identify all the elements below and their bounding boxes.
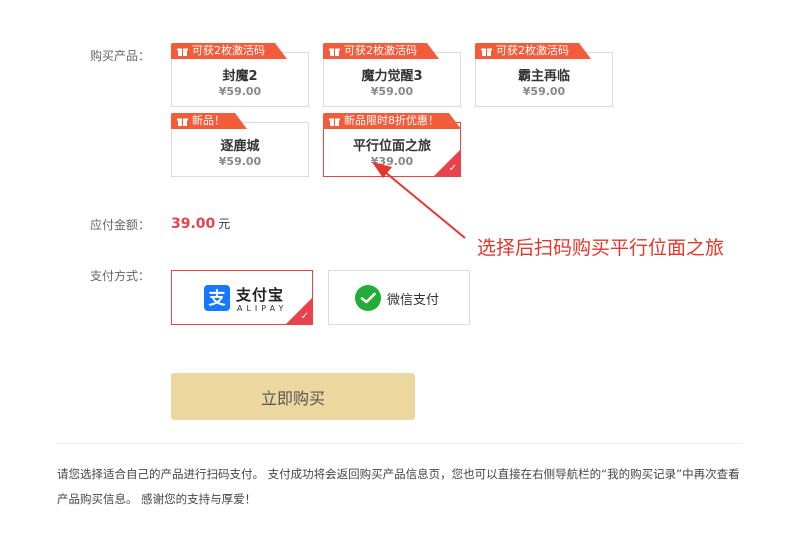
payment-option-alipay[interactable]: 支 支付宝 ALIPAY ✓ xyxy=(171,270,313,325)
product-name: 魔力觉醒3 xyxy=(361,69,423,84)
product-badge: 可获2枚激活码 xyxy=(475,43,591,59)
product-badge: 可获2枚激活码 xyxy=(323,43,439,59)
check-icon: ✓ xyxy=(300,311,309,322)
svg-text:支: 支 xyxy=(209,288,227,309)
gift-icon xyxy=(177,48,188,56)
gift-icon xyxy=(329,118,340,126)
product-name: 封魔2 xyxy=(222,69,258,84)
gift-icon xyxy=(329,48,340,56)
product-name: 霸主再临 xyxy=(517,69,570,84)
wechat-name: 微信支付 xyxy=(387,293,440,308)
product-card-pingxingweimian[interactable]: 新品限时8折优惠！ 平行位面之旅 ¥39.00 ✓ xyxy=(323,113,461,177)
divider xyxy=(57,443,743,444)
gift-icon xyxy=(481,48,492,56)
gift-icon xyxy=(177,118,188,126)
product-price: ¥59.00 xyxy=(218,155,262,168)
alipay-icon: 支 xyxy=(204,285,230,311)
amount-unit: 元 xyxy=(218,217,231,231)
product-badge: 可获2枚激活码 xyxy=(171,43,287,59)
product-price: ¥59.00 xyxy=(522,85,566,98)
amount-number: 39.00 xyxy=(171,216,216,232)
buy-now-button[interactable]: 立即购买 xyxy=(171,373,415,420)
notice-text: 请您选择适合自己的产品进行扫码支付。 支付成功将会返回购买产品信息页，您也可以直… xyxy=(57,467,740,506)
product-price: ¥59.00 xyxy=(218,85,262,98)
product-price: ¥59.00 xyxy=(370,85,414,98)
product-card-zhuluchen[interactable]: 新品！ 逐鹿城 ¥59.00 xyxy=(171,113,309,177)
product-card-molijuexing3[interactable]: 可获2枚激活码 魔力觉醒3 ¥59.00 xyxy=(323,43,461,107)
amount-value: 39.00 元 xyxy=(171,215,230,232)
product-label: 购买产品： xyxy=(90,49,151,63)
amount-label: 应付金额： xyxy=(90,218,151,232)
product-name: 逐鹿城 xyxy=(220,139,260,154)
product-card-fengmo2[interactable]: 可获2枚激活码 封魔2 ¥59.00 xyxy=(171,43,309,107)
payment-option-wechat[interactable]: 微信支付 xyxy=(328,270,470,325)
product-card-bazhuzailin[interactable]: 可获2枚激活码 霸主再临 ¥59.00 xyxy=(475,43,613,107)
wechat-pay-icon xyxy=(355,285,381,311)
check-icon: ✓ xyxy=(448,163,457,174)
product-badge: 新品！ xyxy=(171,113,247,129)
annotation-text: 选择后扫码购买平行位面之旅 xyxy=(477,237,725,259)
payment-label: 支付方式： xyxy=(90,269,151,283)
alipay-name: 支付宝 xyxy=(236,286,285,304)
product-badge: 新品限时8折优惠！ xyxy=(323,113,461,129)
alipay-sub: ALIPAY xyxy=(237,304,288,313)
